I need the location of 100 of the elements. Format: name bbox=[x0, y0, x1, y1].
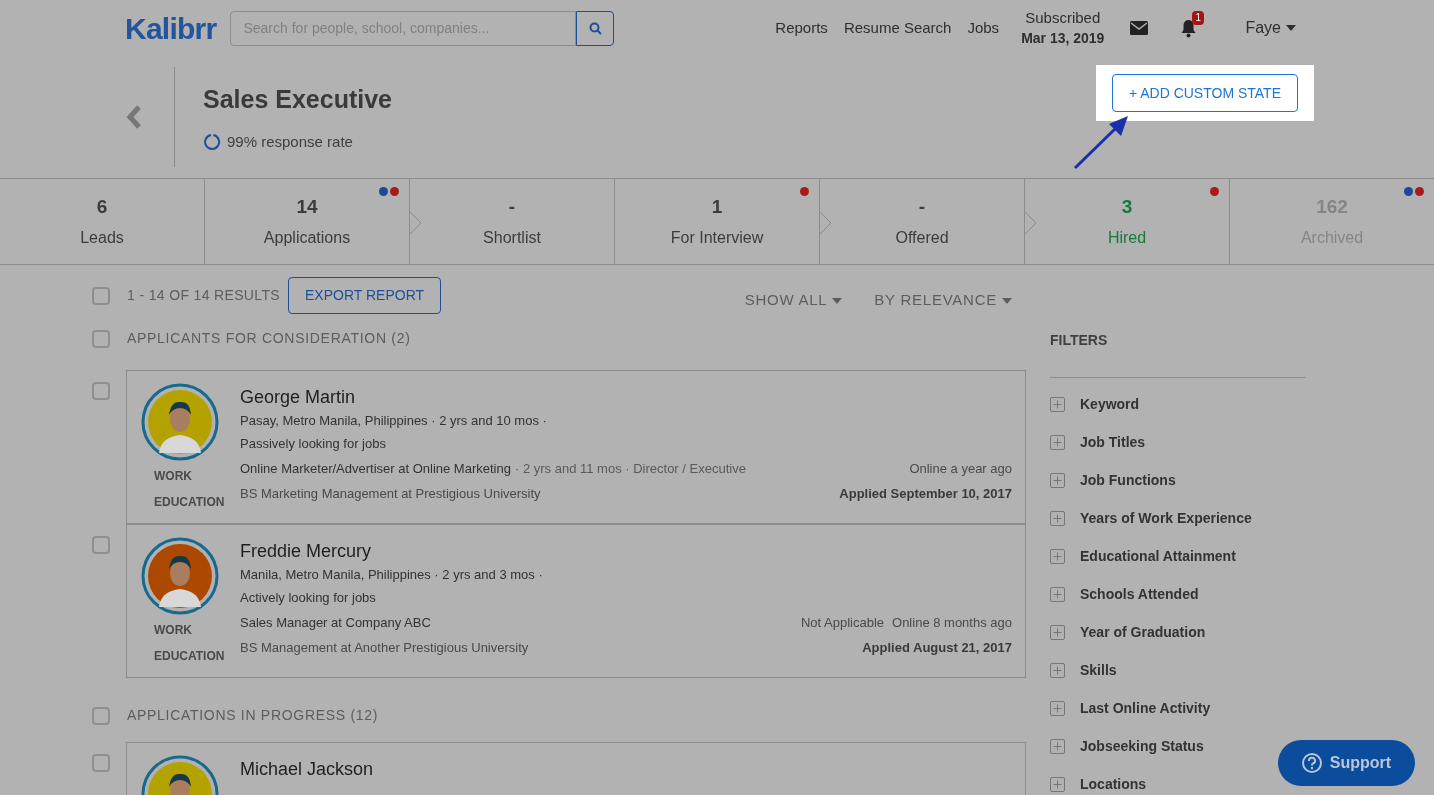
stage-label: Applications bbox=[263, 227, 351, 248]
stage-count: - bbox=[918, 195, 926, 220]
stage-tab[interactable]: - Shortlist bbox=[409, 179, 614, 264]
filter-item[interactable]: Keyword bbox=[1050, 394, 1140, 415]
applicant-name[interactable]: Freddie Mercury bbox=[240, 540, 372, 562]
jobseeking-status: Actively looking for jobs bbox=[240, 588, 377, 607]
applicant-card[interactable] bbox=[126, 524, 1026, 678]
applied-date: Applied September 10, 2017 bbox=[839, 484, 1012, 503]
filter-label: Keyword bbox=[1080, 395, 1140, 414]
filters-heading: FILTERS bbox=[1050, 331, 1109, 350]
applicant-name[interactable]: George Martin bbox=[240, 386, 356, 408]
work-entry: Online Marketer/Advertiser at Online Marketing bbox=[240, 460, 511, 478]
filter-item[interactable]: Last Online Activity bbox=[1050, 698, 1211, 719]
filter-label: Schools Attended bbox=[1080, 585, 1199, 604]
stage-label: Offered bbox=[895, 227, 949, 248]
work-label: WORK bbox=[154, 622, 193, 639]
filter-label: Educational Attainment bbox=[1080, 547, 1236, 566]
filter-item[interactable]: Jobseeking Status bbox=[1050, 736, 1204, 757]
filter-item[interactable]: Schools Attended bbox=[1050, 584, 1199, 605]
applicant-card[interactable]: Michael Jackson bbox=[126, 742, 1026, 795]
stage-label: Leads bbox=[80, 227, 124, 248]
filter-label: Job Titles bbox=[1080, 433, 1146, 452]
plus-square-icon bbox=[1050, 625, 1065, 640]
nav-link[interactable]: Reports bbox=[775, 16, 828, 40]
response-rate: 99% response rate bbox=[227, 131, 353, 152]
stage-label: Shortlist bbox=[483, 227, 541, 248]
stage-label: Hired bbox=[1107, 227, 1147, 248]
work-details: · 2 yrs and 11 mos · Director / Executive bbox=[514, 460, 746, 478]
filter-label: Locations bbox=[1080, 775, 1147, 794]
plus-square-icon bbox=[1050, 739, 1065, 754]
filter-item[interactable]: Educational Attainment bbox=[1050, 546, 1236, 567]
subscription-date: Mar 13, 2019 bbox=[1021, 29, 1105, 48]
logo[interactable]: Kalibrr bbox=[125, 5, 217, 51]
stage-tab[interactable]: - Offered bbox=[819, 179, 1024, 264]
stage-count: 3 bbox=[1121, 195, 1133, 220]
plus-square-icon bbox=[1050, 701, 1065, 716]
education-entry: BS Management at Another Prestigious University bbox=[240, 638, 529, 657]
sort-dropdown[interactable]: BY RELEVANCE bbox=[874, 289, 1012, 312]
checkbox[interactable] bbox=[92, 536, 110, 554]
checkbox[interactable] bbox=[92, 286, 110, 305]
plus-square-icon bbox=[1050, 587, 1065, 602]
applicant-location: Pasay, Metro Manila, Philippines · 2 yrs and 10 mos · bbox=[240, 412, 548, 430]
education-entry: BS Marketing Management at Prestigious University bbox=[240, 484, 542, 503]
filter-item[interactable]: Job Titles bbox=[1050, 432, 1146, 453]
filter-label: Job Functions bbox=[1080, 471, 1176, 490]
show-filter-dropdown[interactable]: SHOW ALL bbox=[744, 289, 843, 312]
ring-icon bbox=[203, 132, 221, 151]
applied-date: Applied August 21, 2017 bbox=[862, 638, 1012, 657]
back-chevron-icon[interactable] bbox=[125, 105, 143, 129]
jobseeking-status: Passively looking for jobs bbox=[240, 434, 387, 453]
caret-icon bbox=[1002, 297, 1012, 304]
plus-square-icon bbox=[1050, 397, 1065, 412]
filter-item[interactable]: Year of Graduation bbox=[1050, 622, 1206, 643]
filter-item[interactable]: Job Functions bbox=[1050, 470, 1176, 491]
filter-label: Last Online Activity bbox=[1080, 699, 1211, 718]
checkbox[interactable] bbox=[92, 329, 110, 348]
stage-count: 14 bbox=[296, 195, 318, 220]
online-status: Online 8 months ago bbox=[892, 614, 1012, 632]
caret-icon bbox=[832, 297, 843, 304]
applicant-name[interactable]: Michael Jackson bbox=[240, 758, 374, 780]
availability-note: Not Applicable bbox=[800, 614, 885, 632]
nav-link[interactable]: Jobs bbox=[967, 16, 1000, 40]
stage-count: - bbox=[508, 195, 516, 220]
plus-square-icon bbox=[1050, 473, 1065, 488]
filter-label: Skills bbox=[1080, 661, 1117, 680]
user-menu[interactable]: Faye bbox=[1245, 16, 1296, 40]
filter-item[interactable]: Locations bbox=[1050, 774, 1147, 795]
checkbox[interactable] bbox=[92, 706, 110, 725]
filter-label: Year of Graduation bbox=[1080, 623, 1206, 642]
checkbox[interactable] bbox=[92, 754, 110, 772]
filter-item[interactable]: Years of Work Experience bbox=[1050, 508, 1252, 529]
stage-tab[interactable]: 14 Applications bbox=[204, 179, 409, 264]
filter-item[interactable]: Skills bbox=[1050, 660, 1117, 681]
nav-link[interactable]: Resume Search bbox=[843, 16, 952, 40]
online-status: Online a year ago bbox=[909, 460, 1012, 478]
stage-label: For Interview bbox=[670, 227, 764, 248]
applicant-card[interactable] bbox=[126, 370, 1026, 524]
add-custom-state-button[interactable]: + ADD CUSTOM STATE bbox=[1111, 74, 1298, 112]
search-button[interactable] bbox=[576, 10, 615, 46]
plus-square-icon bbox=[1050, 549, 1065, 564]
results-count: 1 - 14 OF 14 RESULTS bbox=[127, 286, 280, 305]
annotation-arrow bbox=[1073, 114, 1131, 170]
work-entry: Sales Manager at Company ABC bbox=[240, 614, 431, 632]
job-title: Sales Executive bbox=[203, 84, 392, 115]
subscription-label: Subscribed bbox=[1025, 8, 1101, 28]
plus-square-icon bbox=[1050, 511, 1065, 526]
support-button[interactable]: Support bbox=[1278, 740, 1415, 786]
stage-tab[interactable]: 1 For Interview bbox=[614, 179, 819, 264]
mail-icon[interactable] bbox=[1130, 21, 1149, 35]
notification-count: 1 bbox=[1192, 10, 1204, 25]
search-icon bbox=[588, 21, 602, 35]
checkbox[interactable] bbox=[92, 382, 110, 400]
filter-label: Jobseeking Status bbox=[1080, 737, 1204, 756]
bell-icon[interactable] bbox=[1180, 18, 1198, 38]
filter-label: Years of Work Experience bbox=[1080, 509, 1252, 528]
export-report-button[interactable]: EXPORT REPORT bbox=[288, 277, 442, 314]
stage-tab[interactable]: 6 Leads bbox=[0, 179, 204, 264]
section-heading: APPLICANTS FOR CONSIDERATION (2) bbox=[127, 329, 411, 348]
caret-icon bbox=[1286, 25, 1296, 31]
work-label: WORK bbox=[154, 468, 193, 485]
